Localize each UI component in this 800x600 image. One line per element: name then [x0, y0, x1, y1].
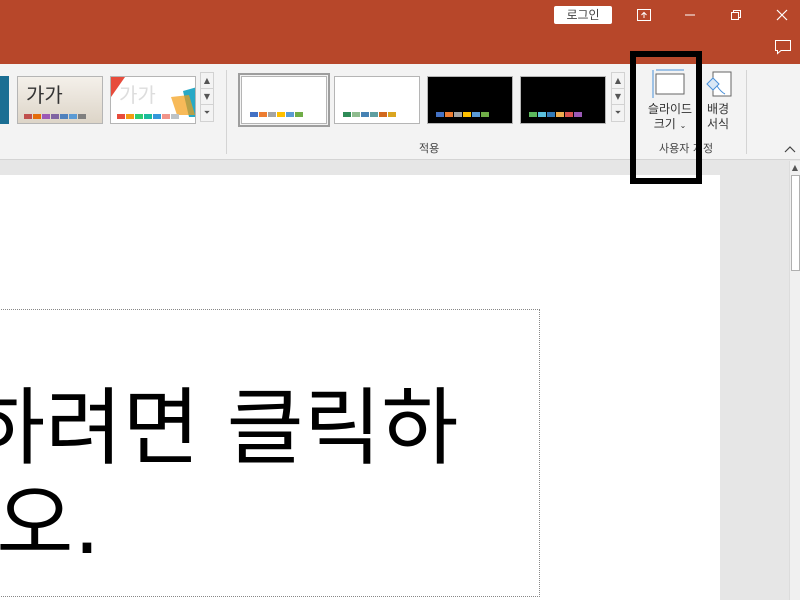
restore-button[interactable] — [713, 0, 759, 30]
variant-thumbnail-3[interactable] — [427, 76, 513, 124]
customize-group-label: 사용자 지정 — [659, 142, 714, 155]
theme-thumbnail-2[interactable]: 가가 — [17, 76, 103, 124]
apply-group-label: 적용 — [419, 142, 440, 155]
theme-thumbnail-1[interactable] — [0, 76, 9, 124]
close-button[interactable] — [759, 0, 800, 30]
format-background-icon — [706, 71, 732, 97]
gallery-scroll-down-button[interactable]: ▼ — [201, 89, 213, 105]
group-separator — [746, 70, 747, 154]
restore-icon — [731, 10, 741, 20]
variant-thumbnail-4[interactable] — [520, 76, 606, 124]
close-icon — [776, 9, 788, 21]
minimize-icon — [685, 14, 695, 16]
slide-size-button[interactable]: 슬라이드 크기 ⌄ — [640, 68, 700, 133]
comment-icon — [775, 40, 791, 55]
slide-size-label-line1: 슬라이드 — [647, 102, 693, 116]
format-background-label-line1: 배경 — [706, 102, 730, 116]
slide-size-icon — [652, 69, 685, 98]
login-button[interactable]: 로그인 — [554, 6, 612, 24]
variant-swatches — [343, 112, 396, 117]
group-separator — [632, 70, 633, 154]
chevron-up-icon — [784, 146, 796, 153]
ribbon: 가가 가가 ▲ ▼ ⏷ ▲ ▼ ⏷ 적용 슬라이드 크기 ⌄ 배경 서식 사용자… — [0, 64, 800, 160]
theme-swatches — [117, 114, 179, 119]
format-background-button[interactable]: 배경 서식 — [700, 68, 736, 132]
group-separator — [226, 70, 227, 154]
minimize-button[interactable] — [667, 0, 713, 30]
scroll-up-button[interactable]: ▲ — [790, 161, 800, 173]
ribbon-display-options-button[interactable] — [621, 0, 667, 30]
vertical-scrollbar[interactable]: ▲ — [789, 161, 800, 600]
theme-sample-text: 가가 — [119, 83, 156, 107]
variant-swatches — [436, 112, 489, 117]
scrollbar-thumb[interactable] — [791, 175, 800, 271]
variants-more-button[interactable]: ⏷ — [612, 105, 624, 121]
comments-button[interactable] — [770, 36, 796, 58]
variants-scroll-up-button[interactable]: ▲ — [612, 73, 624, 89]
theme-sample-text: 가가 — [26, 83, 63, 107]
collapse-ribbon-button[interactable] — [782, 142, 798, 156]
gallery-scroll-up-button[interactable]: ▲ — [201, 73, 213, 89]
variants-scroll-down-button[interactable]: ▼ — [612, 89, 624, 105]
title-bar: 로그인 — [0, 0, 800, 30]
slide-size-label-line2: 크기 ⌄ — [653, 117, 687, 131]
title-line-1: 하려면 클릭하 — [0, 379, 459, 477]
variant-thumbnail-2[interactable] — [334, 76, 420, 124]
gallery-more-button[interactable]: ⏷ — [201, 105, 213, 121]
format-background-label-line2: 서식 — [706, 117, 730, 131]
chevron-down-icon: ⌄ — [679, 121, 687, 130]
variant-swatches — [250, 112, 303, 117]
theme-thumbnail-3[interactable]: 가가 — [110, 76, 196, 124]
ribbon-display-icon — [637, 9, 651, 21]
variant-swatches — [529, 112, 582, 117]
theme-swatches — [24, 114, 86, 119]
title-placeholder-text: 하려면 클릭하 |오. — [0, 380, 458, 572]
variants-gallery-scroll: ▲ ▼ ⏷ — [611, 72, 625, 122]
themes-gallery-scroll: ▲ ▼ ⏷ — [200, 72, 214, 122]
ribbon-tab-strip — [0, 30, 800, 64]
title-line-2: |오. — [0, 475, 101, 573]
variant-thumbnail-1[interactable] — [238, 73, 330, 127]
